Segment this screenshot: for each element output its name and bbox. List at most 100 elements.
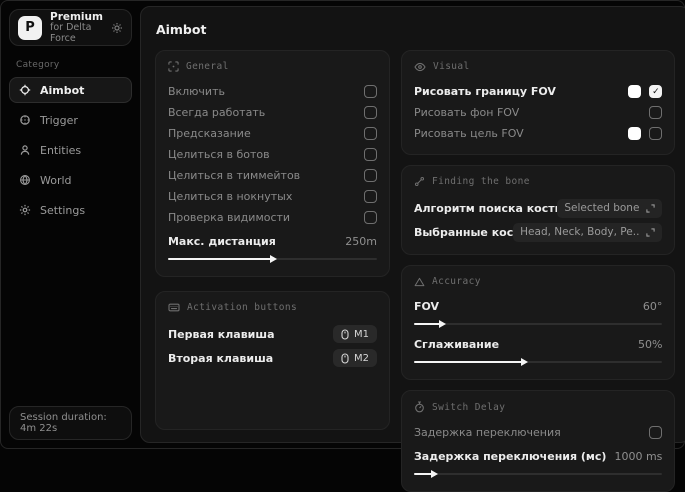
row-controls: ✓ xyxy=(628,85,663,98)
visual-header-label: Visual xyxy=(432,61,470,72)
session-duration-label: Session duration: 4m 22s xyxy=(20,412,107,434)
target-teammates-checkbox[interactable]: ✓ xyxy=(363,169,377,182)
fov-border-color-swatch[interactable] xyxy=(628,85,642,98)
scan-icon xyxy=(168,61,179,72)
finding-bone-card: Finding the bone Алгоритм поиска кости S… xyxy=(400,165,676,255)
category-label: Category xyxy=(16,60,60,70)
draw-fov-target-checkbox[interactable]: ✓ xyxy=(649,127,663,140)
visibility-check-checkbox[interactable]: ✓ xyxy=(363,211,377,224)
draw-fov-target-label: Рисовать цель FOV xyxy=(413,127,524,140)
setting-row: Целиться в тиммейтов ✓ xyxy=(168,165,377,186)
draw-fov-bg-checkbox[interactable]: ✓ xyxy=(649,106,663,119)
selected-bones-select[interactable]: Head, Neck, Body, Pe.. xyxy=(513,222,663,242)
accuracy-header-label: Accuracy xyxy=(431,276,481,287)
switch-delay-enable-label: Задержка переключения xyxy=(413,426,561,439)
switch-delay-checkbox[interactable]: ✓ xyxy=(649,426,663,439)
triangle-icon xyxy=(414,277,425,287)
premium-text: Premium for Delta Force xyxy=(50,11,103,45)
general-header-label: General xyxy=(185,61,229,72)
bone-algorithm-select[interactable]: Selected bone xyxy=(557,198,663,218)
main-panel: Aimbot General Включить ✓ xyxy=(139,6,685,492)
fov-value: 60° xyxy=(642,300,663,313)
page-title: Aimbot xyxy=(155,22,207,37)
target-knocked-checkbox[interactable]: ✓ xyxy=(363,190,377,203)
setting-label: Целиться в ботов xyxy=(167,148,270,161)
setting-label: Всегда работать xyxy=(167,106,266,119)
max-distance-value: 250m xyxy=(345,235,377,248)
setting-label: Целиться в нокнутых xyxy=(167,190,293,203)
sidebar-item-settings[interactable]: Settings xyxy=(9,197,132,223)
bone-algorithm-value: Selected bone xyxy=(564,202,640,214)
slider-track xyxy=(413,322,663,325)
switch-delay-card: Switch Delay Задержка переключения ✓ Зад… xyxy=(400,390,676,492)
slider-thumb[interactable] xyxy=(520,358,528,366)
sidebar-item-label: Settings xyxy=(40,203,86,217)
expand-icon xyxy=(646,203,656,213)
setting-label: Проверка видимости xyxy=(167,211,291,224)
sidebar-item-aimbot[interactable]: Aimbot xyxy=(9,77,132,103)
enable-checkbox[interactable]: ✓ xyxy=(363,85,377,98)
slider-label-row: Задержка переключения (мс) 1000 ms xyxy=(414,446,662,467)
setting-row: Целиться в ботов ✓ xyxy=(168,144,377,165)
target-bots-checkbox[interactable]: ✓ xyxy=(363,148,377,161)
content-columns: General Включить ✓ Всегда работать ✓ Пре… xyxy=(154,50,676,492)
setting-row: Рисовать цель FOV ✓ xyxy=(413,123,663,144)
globe-icon xyxy=(18,174,31,186)
sidebar-item-trigger[interactable]: Trigger xyxy=(9,107,132,133)
smoothing-value: 50% xyxy=(637,338,663,351)
accuracy-card: Accuracy FOV 60° Сглаживание 50% xyxy=(400,265,676,380)
fov-label: FOV xyxy=(413,300,440,313)
general-header: General xyxy=(168,61,377,72)
bone-header-label: Finding the bone xyxy=(431,176,530,187)
first-key-button[interactable]: M1 xyxy=(332,325,377,343)
bone-header: Finding the bone xyxy=(414,176,662,187)
max-distance-slider[interactable] xyxy=(167,254,377,263)
sidebar-item-label: Trigger xyxy=(40,113,78,127)
activation-header: Activation buttons xyxy=(168,302,377,313)
draw-fov-border-checkbox[interactable]: ✓ xyxy=(649,85,663,98)
mouse-icon xyxy=(341,352,349,364)
sidebar-item-label: Entities xyxy=(40,143,82,157)
setting-row: Рисовать границу FOV ✓ xyxy=(414,81,663,102)
slider-thumb[interactable] xyxy=(431,470,439,478)
switch-delay-header: Switch Delay xyxy=(414,401,662,413)
draw-fov-bg-label: Рисовать фон FOV xyxy=(413,106,520,119)
slider-thumb[interactable] xyxy=(269,255,277,263)
smoothing-label: Сглаживание xyxy=(413,338,500,351)
slider-thumb[interactable] xyxy=(438,320,446,328)
left-column: General Включить ✓ Всегда работать ✓ Пре… xyxy=(154,50,390,430)
fov-slider[interactable] xyxy=(413,319,663,328)
smoothing-slider[interactable] xyxy=(413,357,663,366)
sidebar-item-entities[interactable]: Entities xyxy=(9,137,132,163)
keybind-row: Вторая клавиша M2 xyxy=(168,346,377,370)
sidebar-item-label: World xyxy=(40,173,72,187)
first-key-label: Первая клавиша xyxy=(167,327,275,341)
setting-row: Проверка видимости ✓ xyxy=(168,207,377,228)
prediction-checkbox[interactable]: ✓ xyxy=(363,127,377,140)
settings-gear-icon xyxy=(18,204,31,216)
premium-title: Premium xyxy=(50,10,103,23)
general-card: General Включить ✓ Всегда работать ✓ Пре… xyxy=(154,50,390,277)
slider-fill xyxy=(413,470,439,478)
fov-target-color-swatch[interactable] xyxy=(628,127,642,140)
switch-delay-slider[interactable] xyxy=(413,469,663,478)
right-column: Visual Рисовать границу FOV ✓ Рисовать ф… xyxy=(400,50,676,492)
app-logo: P xyxy=(18,15,42,40)
expand-icon xyxy=(646,227,656,237)
scope-icon xyxy=(18,114,31,126)
always-work-checkbox[interactable]: ✓ xyxy=(363,106,377,119)
gear-icon[interactable] xyxy=(111,22,123,34)
dropdown-row: Выбранные кости Head, Neck, Body, Pe.. xyxy=(414,220,663,244)
setting-row: Предсказание ✓ xyxy=(168,123,377,144)
sidebar-item-world[interactable]: World xyxy=(9,167,132,193)
first-key-value: M1 xyxy=(353,328,369,340)
keybind-row: Первая клавиша M1 xyxy=(168,322,377,346)
second-key-button[interactable]: M2 xyxy=(332,349,377,367)
setting-row: Рисовать фон FOV ✓ xyxy=(413,102,663,123)
eye-icon xyxy=(414,62,426,72)
second-key-label: Вторая клавиша xyxy=(167,351,274,365)
crosshair-icon xyxy=(18,84,31,96)
setting-label: Включить xyxy=(167,85,225,98)
users-icon xyxy=(18,144,31,156)
